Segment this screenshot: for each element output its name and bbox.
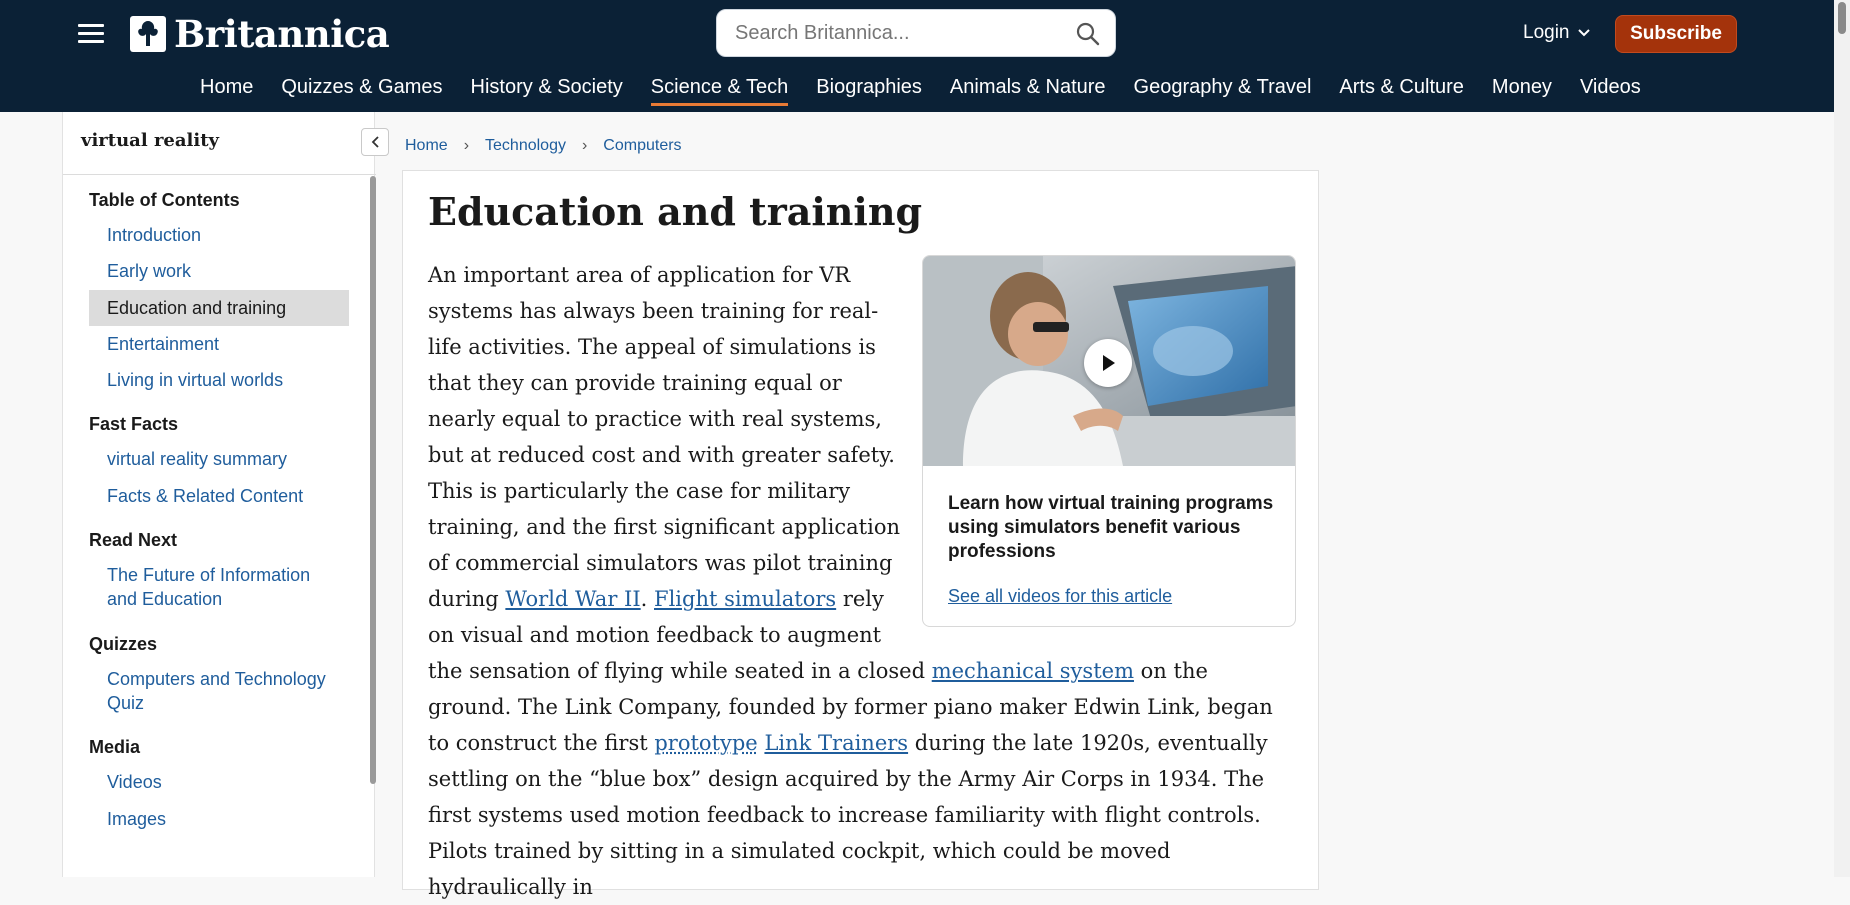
britannica-logo[interactable]: Britannica — [130, 12, 390, 56]
link-flight-simulators[interactable]: Flight simulators — [654, 587, 836, 611]
video-card[interactable]: Learn how virtual training programs usin… — [922, 255, 1296, 627]
toc-group-read-next: Read Next The Future of Information and … — [89, 530, 359, 618]
site-header: Britannica Login Subscribe Home Quizzes … — [0, 0, 1834, 112]
link-world-war-ii[interactable]: World War II — [505, 587, 640, 611]
nav-history-society[interactable]: History & Society — [471, 76, 623, 105]
subscribe-button[interactable]: Subscribe — [1615, 15, 1737, 53]
see-all-videos-link[interactable]: See all videos for this article — [948, 578, 1172, 614]
article-section: Education and training Learn how virtual… — [402, 170, 1319, 899]
search-box[interactable] — [716, 9, 1116, 57]
nav-geography-travel[interactable]: Geography & Travel — [1134, 76, 1312, 105]
toc-link-future-information[interactable]: The Future of Information and Education — [89, 557, 349, 618]
toc-link-videos[interactable]: Videos — [89, 764, 349, 800]
login-button[interactable]: Login — [1523, 22, 1590, 44]
breadcrumb: Home › Technology › Computers — [405, 137, 682, 155]
nav-science-tech[interactable]: Science & Tech — [650, 76, 788, 106]
toc-link-computers-quiz[interactable]: Computers and Technology Quiz — [89, 661, 349, 722]
nav-videos[interactable]: Videos — [1580, 76, 1641, 105]
link-mechanical-system[interactable]: mechanical system — [932, 659, 1134, 683]
sidebar-title: virtual reality — [81, 130, 219, 151]
page-scrollbar[interactable] — [1834, 0, 1850, 877]
table-of-contents: Table of Contents Introduction Early wor… — [89, 190, 359, 853]
toc-heading: Read Next — [89, 530, 178, 551]
toc-link-introduction[interactable]: Introduction — [89, 217, 349, 253]
link-link-trainers[interactable]: Link Trainers — [764, 731, 908, 755]
toc-heading: Table of Contents — [89, 190, 240, 210]
search-input[interactable] — [735, 10, 1055, 56]
paragraph-text: . — [640, 587, 654, 611]
paragraph-text: An important area of application for VR … — [428, 263, 900, 611]
play-icon — [1103, 355, 1115, 371]
play-button[interactable] — [1084, 339, 1132, 387]
toc-link-early-work[interactable]: Early work — [89, 253, 349, 289]
toc-link-summary[interactable]: virtual reality summary — [89, 441, 349, 477]
breadcrumb-home[interactable]: Home — [405, 137, 448, 155]
video-thumbnail[interactable] — [923, 256, 1295, 466]
breadcrumb-computers[interactable]: Computers — [603, 137, 681, 155]
toc-link-facts-related[interactable]: Facts & Related Content — [89, 478, 349, 514]
chevron-right-icon: › — [463, 137, 470, 154]
paragraph-text: during the late 1920s, eventually settli… — [428, 731, 1268, 899]
page-scrollbar-thumb[interactable] — [1838, 2, 1846, 34]
article-body: Learn how virtual training programs usin… — [428, 255, 1296, 905]
login-label: Login — [1523, 22, 1570, 43]
toc-group-quizzes: Quizzes Computers and Technology Quiz — [89, 634, 359, 722]
link-prototype[interactable]: prototype — [654, 731, 757, 755]
thistle-logo-icon — [130, 16, 166, 52]
toc-heading: Fast Facts — [89, 414, 179, 435]
toc-group-contents: Table of Contents Introduction Early wor… — [89, 190, 359, 398]
toc-group-media: Media Videos Images — [89, 737, 359, 837]
chevron-down-icon — [1577, 29, 1590, 37]
chevron-right-icon: › — [581, 137, 588, 154]
nav-money[interactable]: Money — [1492, 76, 1552, 105]
article-sidebar: virtual reality Table of Contents Introd… — [62, 112, 389, 877]
toc-heading: Media — [89, 737, 141, 758]
collapse-sidebar-button[interactable] — [361, 128, 389, 156]
toc-link-education-training[interactable]: Education and training — [89, 289, 349, 326]
nav-home[interactable]: Home — [200, 76, 253, 105]
toc-group-fast-facts: Fast Facts virtual reality summary Facts… — [89, 414, 359, 514]
section-title: Education and training — [428, 189, 923, 234]
sidebar-scrollbar[interactable] — [370, 176, 376, 784]
breadcrumb-technology[interactable]: Technology — [485, 137, 566, 155]
video-caption[interactable]: Learn how virtual training programs usin… — [948, 492, 1278, 564]
nav-arts-culture[interactable]: Arts & Culture — [1339, 76, 1463, 105]
toc-heading: Quizzes — [89, 633, 158, 654]
main-nav: Home Quizzes & Games History & Society S… — [200, 76, 1669, 106]
toc-link-living-virtual-worlds[interactable]: Living in virtual worlds — [89, 362, 349, 398]
nav-quizzes-games[interactable]: Quizzes & Games — [281, 76, 442, 105]
toc-link-images[interactable]: Images — [89, 801, 349, 837]
toc-link-entertainment[interactable]: Entertainment — [89, 326, 349, 362]
nav-animals-nature[interactable]: Animals & Nature — [950, 76, 1106, 105]
nav-biographies[interactable]: Biographies — [816, 76, 922, 105]
menu-icon[interactable] — [78, 24, 104, 44]
sidebar-divider — [63, 174, 376, 175]
logo-text: Britannica — [174, 12, 390, 56]
search-icon[interactable] — [1075, 21, 1101, 47]
chevron-left-icon — [371, 136, 379, 148]
